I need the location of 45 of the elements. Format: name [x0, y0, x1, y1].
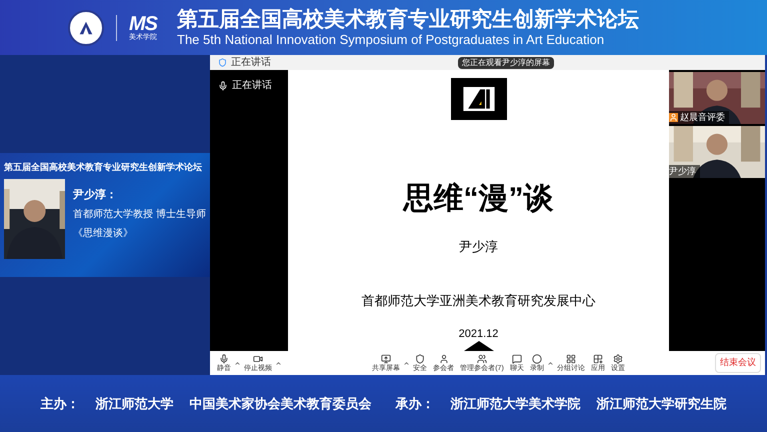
- hosts-label: 承办：: [396, 394, 434, 413]
- slide-author: 尹少淳: [459, 238, 498, 256]
- video-tile[interactable]: 尹少淳: [669, 126, 765, 178]
- end-meeting-button[interactable]: 结束会议: [715, 353, 761, 373]
- speaker-role: 首都师范大学教授 博士生导师: [73, 208, 206, 222]
- host-name: 浙江师范大学研究生院: [596, 394, 726, 413]
- university-emblem-icon: [68, 10, 104, 46]
- shield-icon: [415, 354, 426, 364]
- host-name: 浙江师范大学美术学院: [450, 394, 580, 413]
- brand-logo: MS: [129, 14, 157, 34]
- organizer-name: 浙江师范大学: [96, 394, 174, 413]
- participant-name: 赵晨音评委: [680, 110, 725, 124]
- speaker-name: 尹少淳：: [73, 188, 118, 202]
- speaker-label: 正在讲话: [232, 78, 272, 93]
- slide-logo-icon: [450, 78, 506, 120]
- organizers-label: 主办：: [40, 394, 80, 413]
- caret-icon[interactable]: [234, 360, 241, 366]
- talk-title: 《思维漫谈》: [73, 226, 134, 241]
- grid-icon: [566, 354, 576, 364]
- caret-icon[interactable]: [403, 360, 410, 366]
- slide-organization: 首都师范大学亚洲美术教育研究发展中心: [362, 292, 596, 310]
- monitor-icon: [381, 354, 392, 364]
- card-title: 第五届全国高校美术教育专业研究生创新学术论坛: [4, 161, 203, 174]
- collapse-arrow-icon[interactable]: [464, 341, 494, 351]
- caret-icon[interactable]: [275, 360, 282, 366]
- person-icon: [438, 354, 449, 364]
- settings-icon: [612, 354, 623, 364]
- slide-date: 2021.12: [458, 327, 498, 342]
- record-icon: [532, 354, 542, 364]
- speaking-indicator: 正在讲话: [231, 56, 271, 70]
- participant-name: 尹少淳: [669, 164, 696, 178]
- chat-icon: [512, 354, 522, 364]
- forum-title: 第五届全国高校美术教育专业研究生创新学术论坛: [177, 8, 639, 32]
- forum-subtitle: The 5th National Innovation Symposium of Postgraduates in Art Education: [177, 32, 606, 47]
- viewing-notice: 您正在观看尹少淳的屏幕: [458, 57, 554, 69]
- shield-icon: [218, 58, 227, 67]
- video-tile[interactable]: 赵晨音评委: [669, 72, 765, 124]
- microphone-icon: [218, 80, 228, 90]
- microphone-icon: [219, 354, 229, 364]
- people-icon: [477, 354, 487, 364]
- caret-icon[interactable]: [546, 360, 554, 366]
- apps-icon: [592, 354, 603, 364]
- organizer-name: 中国美术家协会美术教育委员会: [190, 394, 372, 413]
- camera-icon: [253, 354, 263, 364]
- slide-title: 思维“漫”谈: [404, 181, 554, 217]
